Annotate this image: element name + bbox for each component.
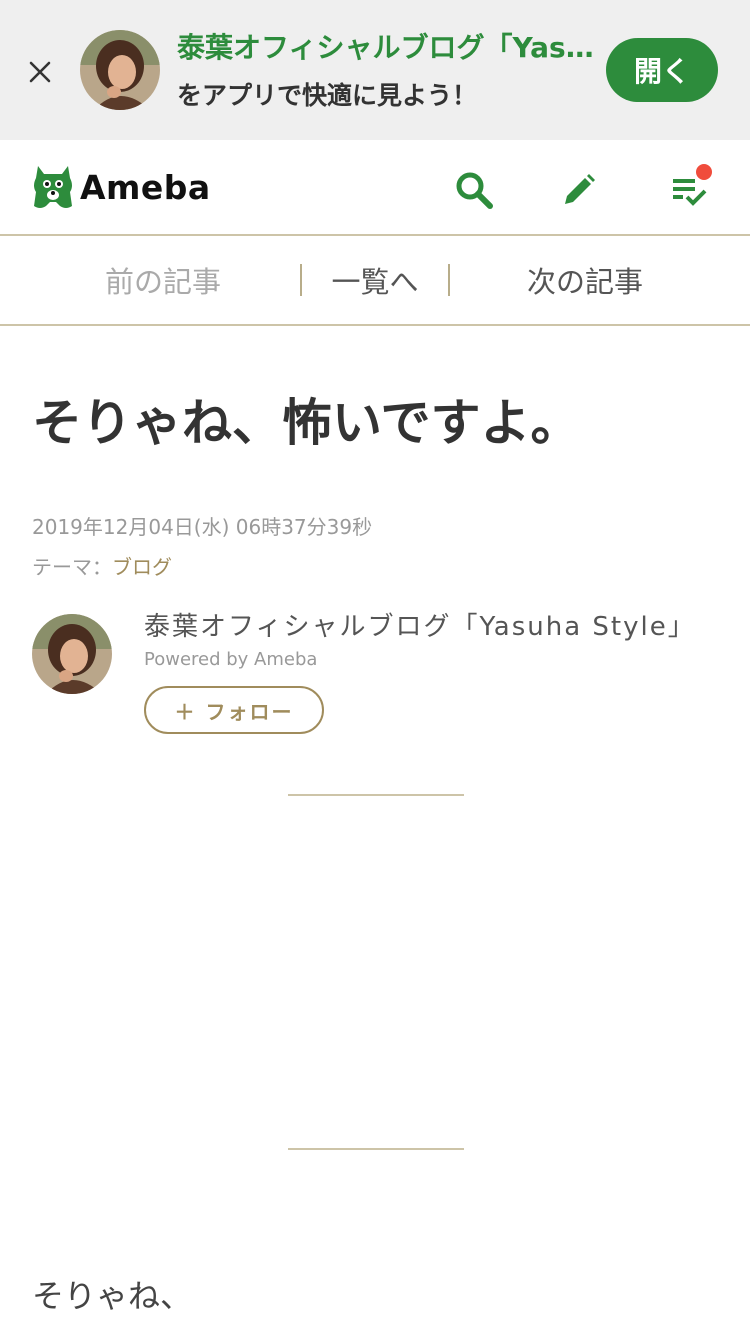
list-link[interactable]: 一覧へ <box>302 236 448 324</box>
author-avatar[interactable] <box>32 614 112 694</box>
notification-dot <box>696 164 712 180</box>
pencil-icon[interactable] <box>555 166 603 214</box>
banner-avatar <box>80 30 160 110</box>
article-date: 2019年12月04日(水) 06時37分39秒 <box>32 515 373 539</box>
prev-article-link[interactable]: 前の記事 <box>32 236 294 324</box>
close-icon[interactable] <box>22 54 58 90</box>
banner-subtitle: をアプリで快適に見よう！ <box>177 81 478 110</box>
theme-link[interactable]: ブログ <box>112 555 172 579</box>
powered-by: Powered by Ameba <box>144 649 318 670</box>
checklist-icon[interactable] <box>666 164 714 214</box>
author-blog-name[interactable]: 泰葉オフィシャルブログ「Yasuha Style」 <box>144 608 696 646</box>
next-article-link[interactable]: 次の記事 <box>450 236 720 324</box>
divider <box>288 794 464 796</box>
open-app-button[interactable]: 開く <box>606 38 718 102</box>
search-icon[interactable] <box>450 166 498 214</box>
banner-blog-title: 泰葉オフィシャルブログ「Yasuha Style」 <box>177 31 597 64</box>
logo-text: Ameba <box>80 167 211 207</box>
article-title: そりゃね、怖いですよ。 <box>32 394 581 452</box>
follow-button[interactable]: ＋ フォロー <box>144 686 324 734</box>
theme-label: テーマ： <box>32 555 112 579</box>
article-theme: テーマ：ブログ <box>32 552 172 582</box>
ameba-logo[interactable]: Ameba <box>32 162 211 212</box>
divider <box>288 1148 464 1150</box>
ameba-mascot-icon <box>34 166 72 208</box>
article-body-text: そりゃね、 <box>32 1277 193 1315</box>
